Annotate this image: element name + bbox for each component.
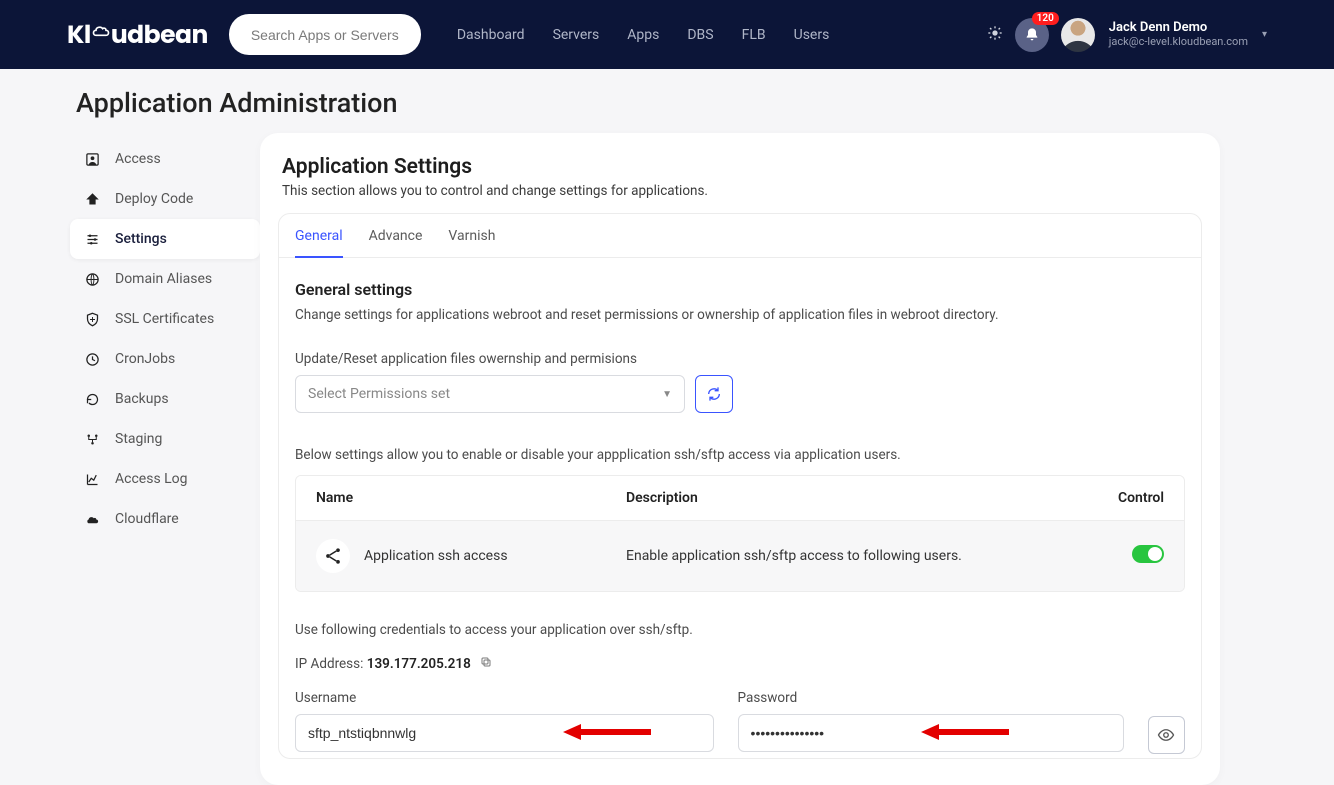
sidebar-item-label: Access (115, 151, 161, 167)
bell-icon (1024, 26, 1040, 44)
sidebar-item-access[interactable]: Access (70, 139, 260, 179)
chevron-down-icon: ▼ (662, 389, 672, 400)
sidebar-item-label: Cloudflare (115, 511, 179, 527)
refresh-button[interactable] (695, 375, 733, 413)
col-ctrl-header: Control (1074, 490, 1164, 506)
user-name: Jack Denn Demo (1109, 21, 1248, 36)
sidebar-item-label: Domain Aliases (115, 271, 212, 287)
nav-users[interactable]: Users (794, 27, 830, 43)
ip-address-line: IP Address: 139.177.205.218 (295, 656, 1185, 672)
chevron-down-icon[interactable]: ▾ (1262, 29, 1267, 40)
sidebar-item-label: Staging (115, 431, 162, 447)
nav-dbs[interactable]: DBS (687, 27, 713, 43)
table-row: Application ssh access Enable applicatio… (296, 521, 1184, 591)
sidebar-item-cloudflare[interactable]: Cloudflare (70, 499, 260, 539)
nav-flb[interactable]: FLB (742, 27, 766, 43)
notification-count: 120 (1032, 12, 1059, 25)
cloud-icon (84, 512, 100, 527)
sidebar-item-settings[interactable]: Settings (70, 219, 260, 259)
tab-varnish[interactable]: Varnish (448, 214, 495, 257)
sidebar-item-label: Access Log (115, 471, 188, 487)
tab-advance[interactable]: Advance (369, 214, 423, 257)
nav-dashboard[interactable]: Dashboard (457, 27, 525, 43)
permissions-select[interactable]: Select Permissions set ▼ (295, 375, 685, 413)
card-subtitle: This section allows you to control and c… (282, 183, 1198, 199)
section-subtext: Change settings for applications webroot… (295, 307, 1185, 323)
sidebar-item-label: Backups (115, 391, 169, 407)
tabs: General Advance Varnish (279, 214, 1201, 258)
sidebar-item-label: Settings (115, 231, 167, 247)
permissions-select-placeholder: Select Permissions set (308, 386, 450, 402)
deploy-icon (84, 192, 100, 207)
page-title: Application Administration (0, 69, 1334, 133)
search-input[interactable] (229, 14, 421, 55)
backup-icon (84, 392, 100, 407)
theme-toggle-icon[interactable] (987, 25, 1003, 45)
sidebar-item-domain-aliases[interactable]: Domain Aliases (70, 259, 260, 299)
reveal-password-button[interactable] (1148, 716, 1185, 754)
col-name-header: Name (316, 490, 626, 506)
sidebar-item-deploy[interactable]: Deploy Code (70, 179, 260, 219)
tab-general[interactable]: General (295, 214, 343, 258)
topbar: Kl udbean Dashboard Servers Apps DBS FLB… (0, 0, 1334, 69)
sidebar-item-staging[interactable]: Staging (70, 419, 260, 459)
sidebar-item-cronjobs[interactable]: CronJobs (70, 339, 260, 379)
row-name: Application ssh access (364, 548, 508, 564)
settings-icon (84, 232, 100, 247)
password-label: Password (738, 690, 1124, 706)
username-label: Username (295, 690, 714, 706)
permissions-label: Update/Reset application files owernship… (295, 351, 1185, 367)
sidebar-item-label: CronJobs (115, 351, 175, 367)
eye-icon (1157, 726, 1175, 744)
sidebar-item-label: Deploy Code (115, 191, 193, 207)
sidebar-item-label: SSL Certificates (115, 311, 214, 327)
sidebar-item-ssl[interactable]: SSL Certificates (70, 299, 260, 339)
section-heading: General settings (295, 280, 1185, 299)
share-icon (316, 539, 350, 573)
sidebar-item-access-log[interactable]: Access Log (70, 459, 260, 499)
sidebar: Access Deploy Code Settings Domain Alias… (0, 133, 260, 539)
ssh-access-toggle[interactable] (1132, 545, 1164, 563)
settings-card: Application Settings This section allows… (260, 133, 1220, 785)
logo[interactable]: Kl udbean (67, 16, 208, 54)
avatar[interactable] (1061, 18, 1095, 52)
col-desc-header: Description (626, 490, 1074, 506)
nav-servers[interactable]: Servers (553, 27, 600, 43)
copy-ip-button[interactable] (480, 657, 492, 671)
ip-address-value: 139.177.205.218 (367, 656, 471, 672)
arrow-annotation-icon (563, 722, 653, 742)
card-title: Application Settings (282, 155, 1198, 179)
row-desc: Enable application ssh/sftp access to fo… (626, 548, 1074, 564)
credentials-note: Use following credentials to access your… (295, 622, 1185, 638)
access-table: Name Description Control (295, 475, 1185, 592)
staging-icon (84, 432, 100, 447)
contact-icon (84, 152, 100, 167)
nav-apps[interactable]: Apps (627, 27, 659, 43)
arrow-annotation-icon (921, 722, 1011, 742)
globe-icon (84, 272, 100, 287)
clock-icon (84, 352, 100, 367)
top-nav: Dashboard Servers Apps DBS FLB Users (457, 27, 829, 43)
sidebar-item-backups[interactable]: Backups (70, 379, 260, 419)
shield-icon (84, 312, 100, 327)
cloud-logo-icon (91, 23, 111, 41)
user-email: jack@c-level.kloudbean.com (1109, 36, 1248, 49)
notifications-button[interactable]: 120 (1015, 18, 1049, 52)
refresh-icon (706, 386, 722, 402)
ssh-access-note: Below settings allow you to enable or di… (295, 447, 1185, 463)
chart-icon (84, 472, 100, 487)
user-menu[interactable]: Jack Denn Demo jack@c-level.kloudbean.co… (1109, 21, 1248, 49)
